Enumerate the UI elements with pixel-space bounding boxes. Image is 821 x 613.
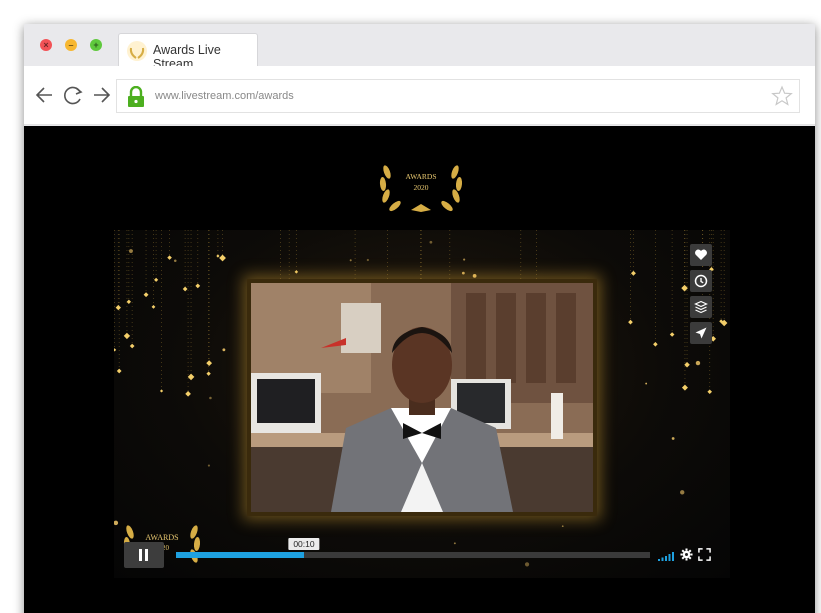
current-time: 00:10 bbox=[288, 538, 320, 550]
layers-icon bbox=[694, 300, 708, 314]
browser-window: × – + Awards Live Stream www.livestream.… bbox=[24, 24, 815, 613]
clock-icon bbox=[694, 274, 708, 288]
player-controls: 00:10 bbox=[124, 538, 714, 568]
pause-button[interactable] bbox=[124, 542, 164, 568]
tab-bar: × – + Awards Live Stream bbox=[24, 24, 815, 71]
send-icon bbox=[695, 327, 707, 339]
volume-icon[interactable] bbox=[658, 551, 674, 561]
collections-button[interactable] bbox=[690, 296, 712, 318]
url-text: www.livestream.com/awards bbox=[155, 90, 294, 102]
close-window-button[interactable]: × bbox=[40, 39, 52, 51]
address-bar[interactable]: www.livestream.com/awards bbox=[116, 79, 800, 113]
maximize-window-button[interactable]: + bbox=[90, 39, 102, 51]
navigation-bar: www.livestream.com/awards bbox=[24, 66, 815, 125]
logo-line1: AWARDS bbox=[405, 172, 436, 181]
video-frame bbox=[247, 279, 597, 516]
minimize-window-button[interactable]: – bbox=[65, 39, 77, 51]
forward-arrow-icon[interactable] bbox=[88, 82, 114, 108]
side-actions bbox=[690, 244, 712, 348]
padlock-icon bbox=[128, 86, 144, 107]
seek-bar-progress bbox=[176, 552, 304, 558]
back-arrow-icon[interactable] bbox=[32, 82, 58, 108]
settings-icon[interactable] bbox=[680, 548, 693, 561]
page-content: AWARDS 2020 AWARDS 00:10 bbox=[24, 126, 815, 613]
like-button[interactable] bbox=[690, 244, 712, 266]
heart-icon bbox=[695, 249, 707, 260]
pause-icon bbox=[139, 549, 142, 561]
watch-later-button[interactable] bbox=[690, 270, 712, 292]
fullscreen-icon[interactable] bbox=[698, 548, 711, 561]
logo-line2: 2020 bbox=[414, 183, 429, 192]
share-button[interactable] bbox=[690, 322, 712, 344]
awards-logo: AWARDS 2020 bbox=[379, 165, 463, 212]
video-player[interactable]: AWARDS 2020 00:10 bbox=[114, 230, 730, 578]
seek-bar[interactable]: 00:10 bbox=[176, 538, 650, 558]
presenter-video bbox=[251, 283, 593, 512]
reload-icon[interactable] bbox=[60, 82, 86, 108]
tab-awards-live-stream[interactable]: Awards Live Stream bbox=[118, 33, 258, 71]
laurel-icon bbox=[127, 41, 147, 61]
star-icon[interactable] bbox=[771, 85, 793, 107]
watermark-line1: AWARDS bbox=[145, 533, 178, 542]
